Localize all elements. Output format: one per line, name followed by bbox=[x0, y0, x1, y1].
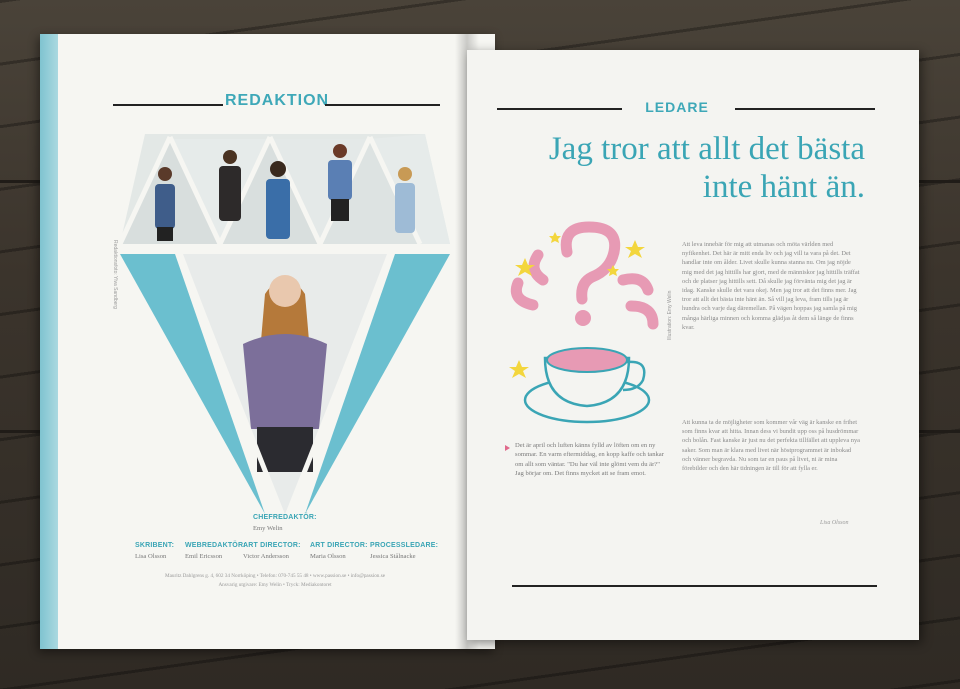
coffee-surface bbox=[546, 347, 628, 373]
photo-credit: Redaktionsfoto: Ylva Sandberg bbox=[112, 240, 118, 309]
address-line-1: Mauritz Dahlgrens g. 4, 602 34 Norrköpin… bbox=[164, 573, 386, 579]
role-skribent: SKRIBENT: bbox=[135, 542, 175, 549]
body-paragraph-1: Att leva innebär för mig att utmanas och… bbox=[682, 241, 860, 331]
heading-rule-left bbox=[113, 104, 223, 106]
illustration-credit: Illustration: Emy Welin bbox=[667, 290, 673, 340]
page-edge-stripe bbox=[40, 34, 58, 649]
role-chefredaktor: CHEFREDAKTÖR: bbox=[253, 514, 317, 521]
role-webredaktor: WEBREDAKTÖR: bbox=[185, 542, 246, 549]
team-diamond-photo bbox=[115, 134, 455, 519]
section-title-redaktion: REDAKTION bbox=[225, 92, 330, 109]
intro-paragraph: Det är april och luften känns fylld av l… bbox=[515, 442, 664, 478]
headline-line-1: Jag tror att allt det bästa bbox=[548, 131, 865, 167]
headline-line-2: inte hänt än. bbox=[702, 169, 865, 205]
left-page: REDAKTION Redaktionsfoto: Ylva Sandberg … bbox=[40, 34, 495, 649]
name-processledare: Jessica Stålnacke bbox=[370, 553, 416, 560]
intro-bullet-icon bbox=[505, 445, 510, 451]
role-processledare: PROCESSLEDARE: bbox=[370, 542, 439, 549]
footer-rule bbox=[512, 585, 877, 587]
body-paragraph-2: Att kunna ta de möjligheter som kommer v… bbox=[682, 419, 860, 473]
section-title-ledare: LEDARE bbox=[645, 99, 709, 115]
name-skribent: Lisa Olsson bbox=[135, 553, 167, 560]
role-art-director-2: ART DIRECTOR: bbox=[310, 542, 368, 549]
role-art-director-1: ART DIRECTOR: bbox=[243, 542, 301, 549]
heading-rule-right bbox=[735, 108, 875, 110]
coffee-cup-illustration bbox=[509, 221, 659, 424]
open-magazine: REDAKTION Redaktionsfoto: Ylva Sandberg … bbox=[30, 22, 925, 662]
name-art-director-2: Maria Olsson bbox=[310, 553, 346, 560]
right-page: LEDARE Jag tror att allt det bästa inte … bbox=[467, 50, 919, 640]
heading-rule-left bbox=[497, 108, 622, 110]
heading-rule-right bbox=[325, 104, 440, 106]
question-dot bbox=[575, 310, 591, 326]
name-art-director-1: Victor Andersson bbox=[243, 553, 289, 560]
name-webredaktor: Emil Ericsson bbox=[185, 553, 223, 560]
address-line-2: Ansvarig utgivare: Emy Welin • Tryck: Me… bbox=[218, 582, 332, 588]
signature: Lisa Olsson bbox=[820, 520, 849, 526]
name-chefredaktor: Emy Welin bbox=[253, 525, 283, 532]
